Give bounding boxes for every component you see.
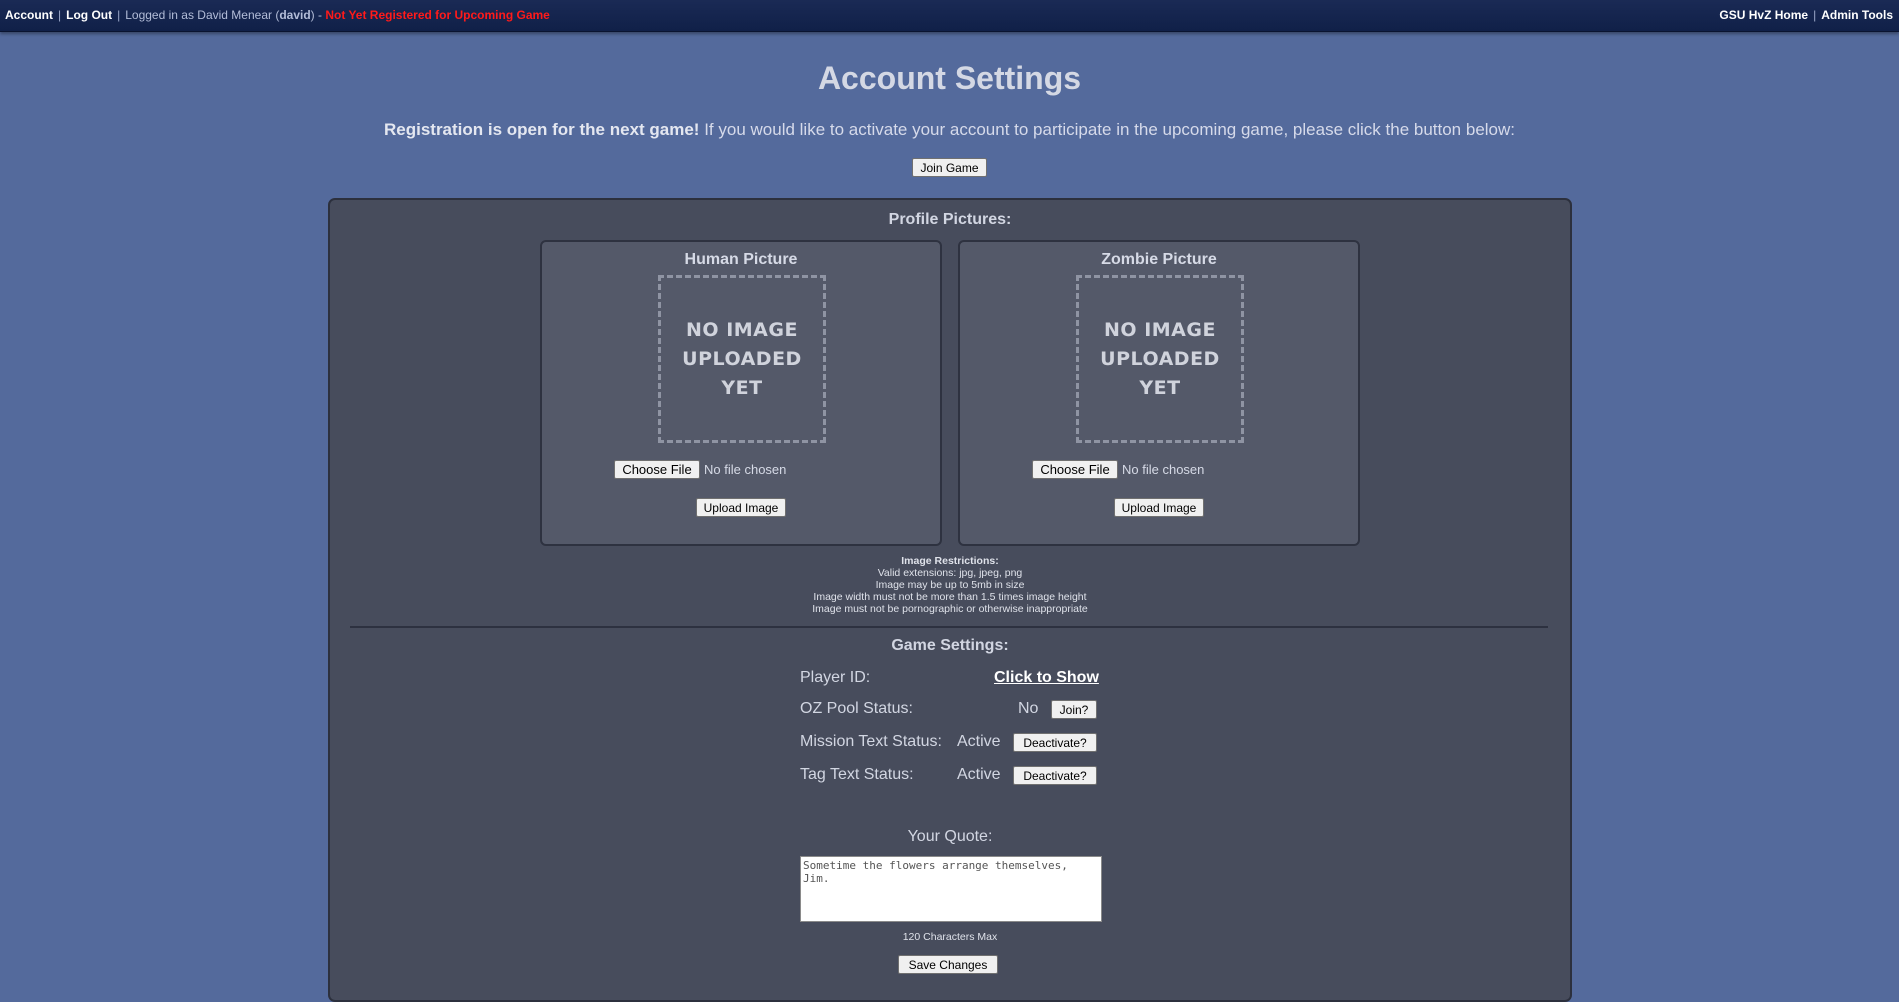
quote-char-limit: 120 Characters Max	[902, 931, 998, 943]
human-upload-button[interactable]: Upload Image	[696, 498, 786, 517]
human-picture-box: Human Picture NO IMAGE UPLOADED YET Choo…	[540, 240, 942, 546]
placeholder-line: YET	[721, 376, 763, 399]
zombie-picture-title: Zombie Picture	[1101, 251, 1217, 268]
mission-text-value: Active	[957, 733, 1001, 750]
account-link[interactable]: Account	[5, 8, 53, 22]
placeholder-line: NO IMAGE	[686, 318, 798, 341]
mission-text-label: Mission Text Status:	[800, 733, 942, 750]
page-title: Account Settings	[817, 60, 1082, 96]
registration-message: Registration is open for the next game! …	[0, 120, 1899, 140]
placeholder-line: YET	[1139, 376, 1181, 399]
restriction-line: Image must not be pornographic or otherw…	[812, 603, 1088, 615]
oz-pool-label: OZ Pool Status:	[800, 700, 913, 717]
human-picture-title: Human Picture	[684, 251, 798, 268]
game-settings-title: Game Settings:	[891, 637, 1009, 654]
zombie-picture-box: Zombie Picture NO IMAGE UPLOADED YET Cho…	[958, 240, 1360, 546]
oz-pool-value: No	[1018, 700, 1039, 717]
player-id-label: Player ID:	[800, 669, 871, 686]
placeholder-line: UPLOADED	[682, 347, 802, 370]
profile-pictures-title: Profile Pictures:	[888, 211, 1012, 228]
human-choose-file-button[interactable]: Choose File	[614, 460, 700, 479]
mission-deactivate-button[interactable]: Deactivate?	[1013, 733, 1097, 752]
home-link[interactable]: GSU HvZ Home	[1719, 8, 1808, 22]
registration-status: Not Yet Registered for Upcoming Game	[325, 8, 550, 22]
restrictions-heading: Image Restrictions:	[901, 555, 999, 567]
nav-separator: |	[58, 8, 62, 22]
section-divider	[350, 626, 1548, 628]
human-file-status: No file chosen	[704, 462, 787, 477]
top-nav-bar: Account | Log Out | Logged in as David Menea…	[0, 0, 1899, 32]
username: david	[279, 8, 311, 22]
logged-in-suffix: ) -	[310, 8, 322, 22]
top-nav-right: GSU HvZ Home | Admin Tools	[1719, 0, 1893, 31]
placeholder-line: UPLOADED	[1100, 347, 1220, 370]
logged-in-prefix: Logged in as David Menear (	[125, 8, 280, 22]
human-no-image-placeholder: NO IMAGE UPLOADED YET	[658, 275, 826, 443]
zombie-choose-file-button[interactable]: Choose File	[1032, 460, 1118, 479]
quote-label: Your Quote:	[907, 828, 993, 845]
join-game-button[interactable]: Join Game	[912, 158, 987, 177]
placeholder-line: NO IMAGE	[1104, 318, 1216, 341]
admin-tools-link[interactable]: Admin Tools	[1821, 8, 1893, 22]
zombie-upload-button[interactable]: Upload Image	[1114, 498, 1204, 517]
tag-text-value: Active	[957, 766, 1001, 783]
nav-separator: |	[1813, 8, 1817, 22]
settings-panel: Profile Pictures: Human Picture NO IMAGE…	[328, 198, 1572, 1002]
quote-textarea[interactable]: Sometime the flowers arrange themselves,…	[800, 856, 1102, 922]
top-nav-left: Account | Log Out | Logged in as David Menea…	[5, 0, 550, 31]
logout-link[interactable]: Log Out	[66, 8, 112, 22]
oz-join-button[interactable]: Join?	[1051, 700, 1097, 719]
image-restrictions: Image Restrictions: Valid extensions: jp…	[330, 555, 1570, 615]
zombie-file-status: No file chosen	[1122, 462, 1205, 477]
tag-deactivate-button[interactable]: Deactivate?	[1013, 766, 1097, 785]
registration-bold: Registration is open for the next game!	[383, 120, 700, 139]
tag-text-label: Tag Text Status:	[800, 766, 914, 783]
restriction-line: Image width must not be more than 1.5 ti…	[813, 591, 1087, 603]
save-changes-button[interactable]: Save Changes	[898, 955, 998, 974]
show-player-id-link[interactable]: Click to Show	[994, 669, 1099, 687]
restriction-line: Image may be up to 5mb in size	[875, 579, 1025, 591]
registration-text: If you would like to activate your accou…	[699, 120, 1516, 139]
nav-separator: |	[117, 8, 121, 22]
restriction-line: Valid extensions: jpg, jpeg, png	[877, 567, 1023, 579]
zombie-no-image-placeholder: NO IMAGE UPLOADED YET	[1076, 275, 1244, 443]
